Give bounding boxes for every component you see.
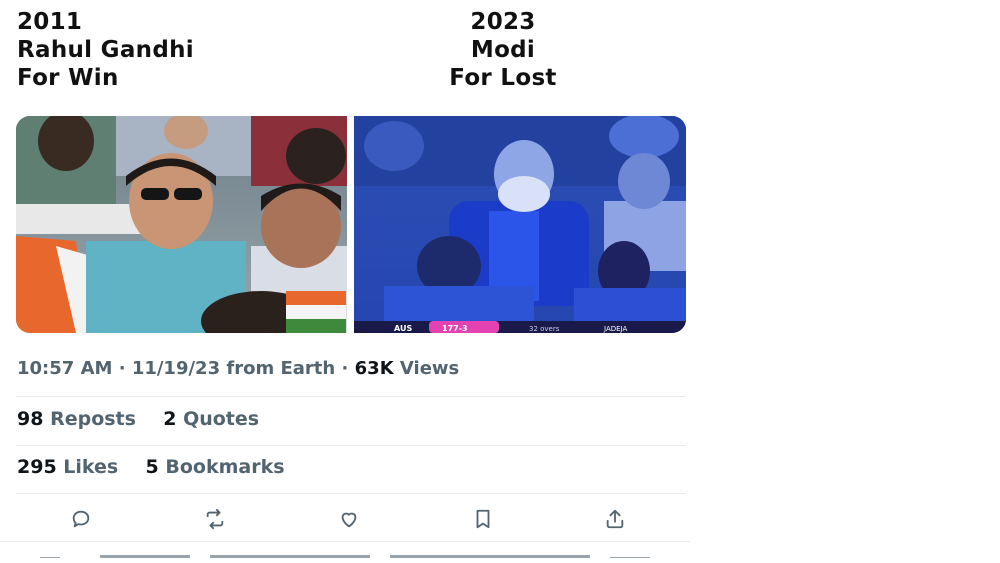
photo-right[interactable]: AUS 177-3 32 overs JADEJA [354, 116, 686, 333]
post-meta: 10:57 AM · 11/19/23 from Earth · 63K Vie… [17, 358, 459, 379]
scorebar-team: AUS [394, 324, 412, 333]
repost-button[interactable] [198, 506, 232, 532]
meta-separator: · [118, 358, 126, 379]
reply-button[interactable] [64, 506, 98, 532]
bookmark-icon [476, 509, 490, 529]
bookmarks-label: Bookmarks [165, 456, 285, 478]
caption-left-result: For Win [17, 65, 119, 91]
scorebar-score: 177-3 [442, 324, 468, 333]
share-button[interactable] [598, 506, 632, 532]
caption-left-year: 2011 [17, 9, 83, 35]
stats-row-reposts: 98 Reposts 2 Quotes [17, 408, 259, 430]
cutoff-next-content [40, 548, 660, 558]
scorebar-player: JADEJA [603, 325, 627, 333]
post-source: from Earth [226, 358, 336, 379]
divider [16, 396, 686, 397]
reposts-count: 98 [17, 408, 44, 430]
post-media[interactable]: AUS 177-3 32 overs JADEJA [16, 116, 686, 333]
quotes-label: Quotes [183, 408, 260, 430]
page: 2011 Rahul Gandhi For Win 2023 Modi For … [0, 0, 1000, 563]
caption-right-result: For Lost [449, 65, 557, 91]
likes-stat[interactable]: 295 Likes [17, 456, 125, 478]
bookmark-button[interactable] [466, 506, 500, 532]
caption-right-name: Modi [470, 37, 536, 63]
share-icon [606, 509, 624, 529]
like-button[interactable] [332, 506, 366, 532]
likes-count: 295 [17, 456, 57, 478]
divider [16, 493, 686, 494]
post-date[interactable]: 11/19/23 [132, 358, 220, 379]
scorebar-overs: 32 overs [529, 325, 560, 333]
reposts-stat[interactable]: 98 Reposts [17, 408, 143, 430]
bookmarks-stat[interactable]: 5 Bookmarks [146, 456, 285, 478]
stats-row-likes: 295 Likes 5 Bookmarks [17, 456, 285, 478]
action-bar [16, 500, 686, 538]
post-time[interactable]: 10:57 AM [17, 358, 112, 379]
views-label: Views [399, 358, 460, 379]
like-icon [341, 512, 357, 528]
quotes-count: 2 [163, 408, 177, 430]
likes-label: Likes [63, 456, 119, 478]
caption-left-name: Rahul Gandhi [17, 37, 194, 63]
caption-left: 2011 Rahul Gandhi For Win [17, 8, 194, 92]
views-count: 63K [354, 358, 394, 379]
meta-separator-2: · [341, 358, 349, 379]
quotes-stat[interactable]: 2 Quotes [163, 408, 259, 430]
divider [16, 445, 686, 446]
photo-right-image: AUS 177-3 32 overs JADEJA [354, 116, 686, 333]
reply-icon [72, 510, 90, 528]
caption-right-year: 2023 [470, 9, 536, 35]
photo-left[interactable] [16, 116, 347, 333]
divider [0, 541, 690, 542]
repost-icon [206, 508, 224, 530]
photo-left-image [16, 116, 347, 333]
reposts-label: Reposts [50, 408, 136, 430]
post: 2011 Rahul Gandhi For Win 2023 Modi For … [0, 0, 705, 563]
caption-right: 2023 Modi For Lost [428, 8, 578, 92]
bookmarks-count: 5 [145, 456, 159, 478]
